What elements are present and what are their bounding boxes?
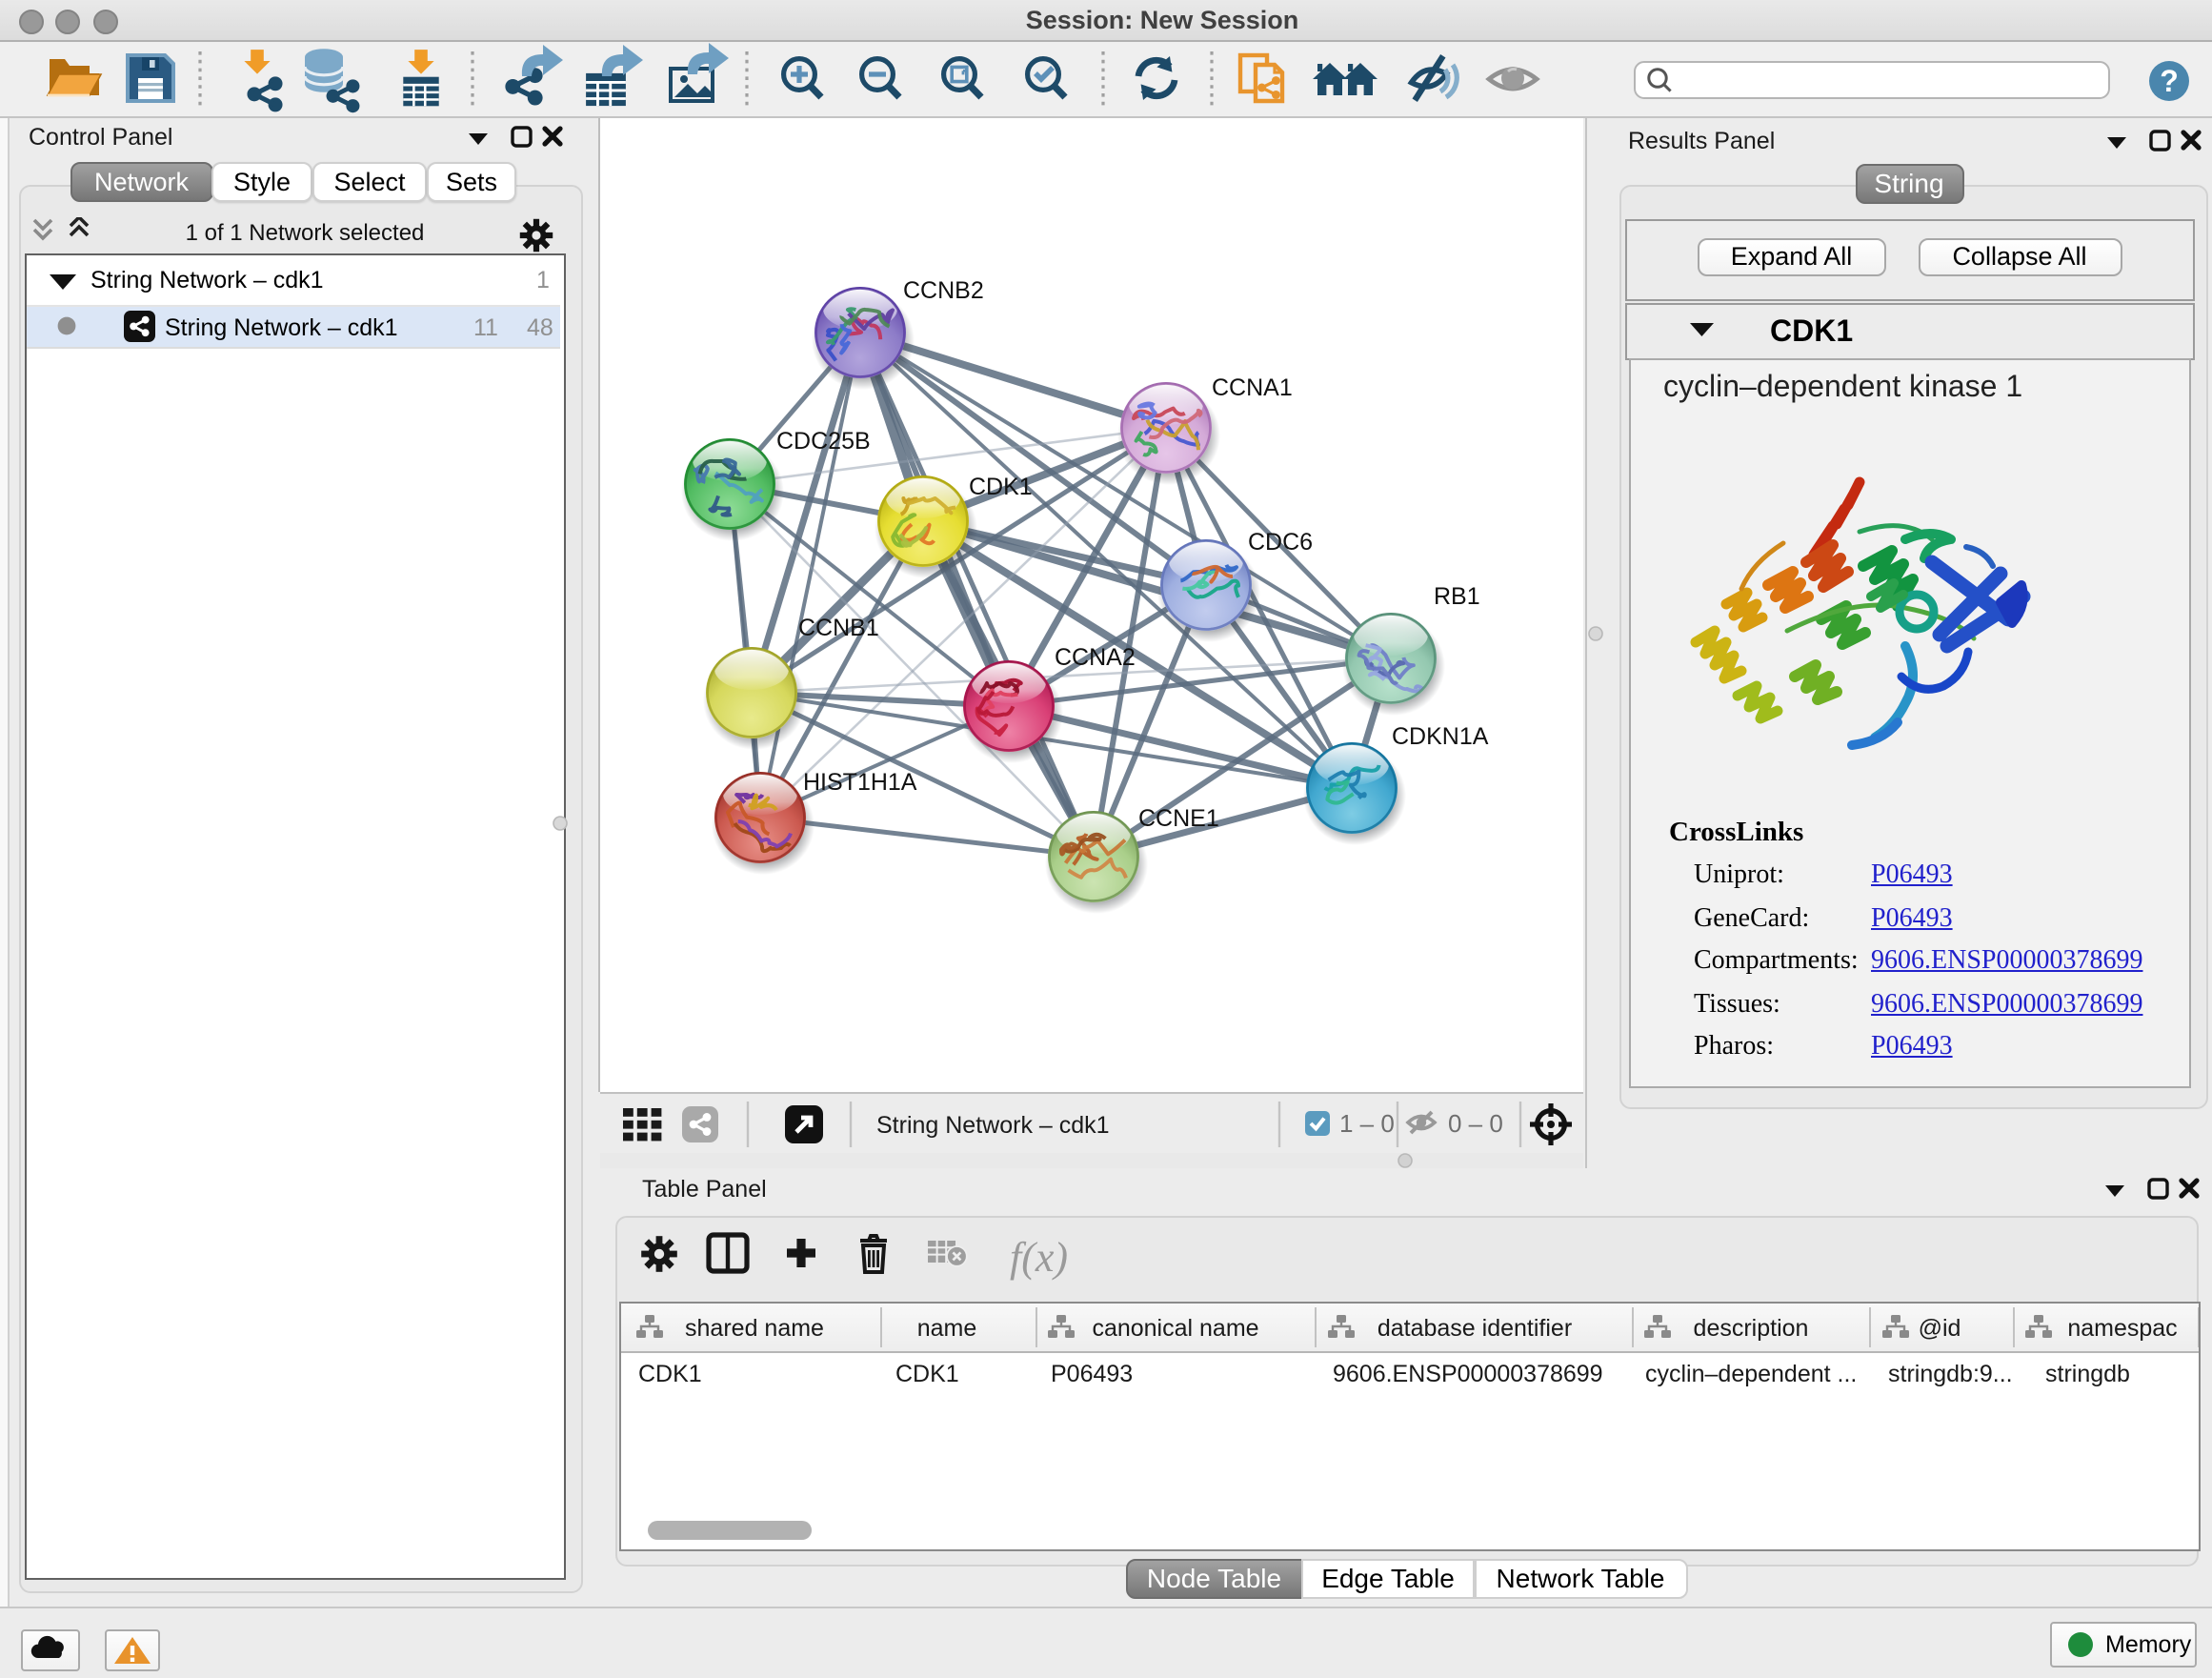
svg-text:CDK1: CDK1 — [969, 474, 1033, 500]
svg-text:CCNA1: CCNA1 — [1212, 374, 1293, 401]
svg-text:CCNA2: CCNA2 — [1055, 644, 1136, 671]
svg-text:namespac: namespac — [2066, 1315, 2176, 1342]
svg-text:HIST1H1A: HIST1H1A — [803, 769, 917, 796]
svg-text:1 – 0: 1 – 0 — [1339, 1109, 1395, 1138]
svg-text:@id: @id — [1918, 1315, 1961, 1342]
svg-text:CCNB1: CCNB1 — [798, 615, 879, 641]
svg-text:RB1: RB1 — [1434, 583, 1480, 610]
svg-text:f(x): f(x) — [1010, 1234, 1068, 1281]
svg-text:0 – 0: 0 – 0 — [1448, 1109, 1503, 1138]
svg-text:name: name — [916, 1315, 976, 1342]
svg-text:CCNE1: CCNE1 — [1138, 805, 1219, 832]
svg-text:CDC25B: CDC25B — [776, 428, 871, 455]
svg-text:CCNB2: CCNB2 — [903, 277, 984, 304]
svg-text:CDKN1A: CDKN1A — [1392, 723, 1489, 750]
svg-text:String Network – cdk1: String Network – cdk1 — [876, 1112, 1110, 1139]
svg-text:CDC6: CDC6 — [1248, 529, 1313, 556]
svg-text:canonical name: canonical name — [1091, 1315, 1257, 1342]
svg-text:description: description — [1693, 1315, 1808, 1342]
svg-text:database identifier: database identifier — [1377, 1315, 1571, 1342]
svg-text:shared name: shared name — [684, 1315, 823, 1342]
svg-text:?: ? — [2160, 64, 2179, 98]
